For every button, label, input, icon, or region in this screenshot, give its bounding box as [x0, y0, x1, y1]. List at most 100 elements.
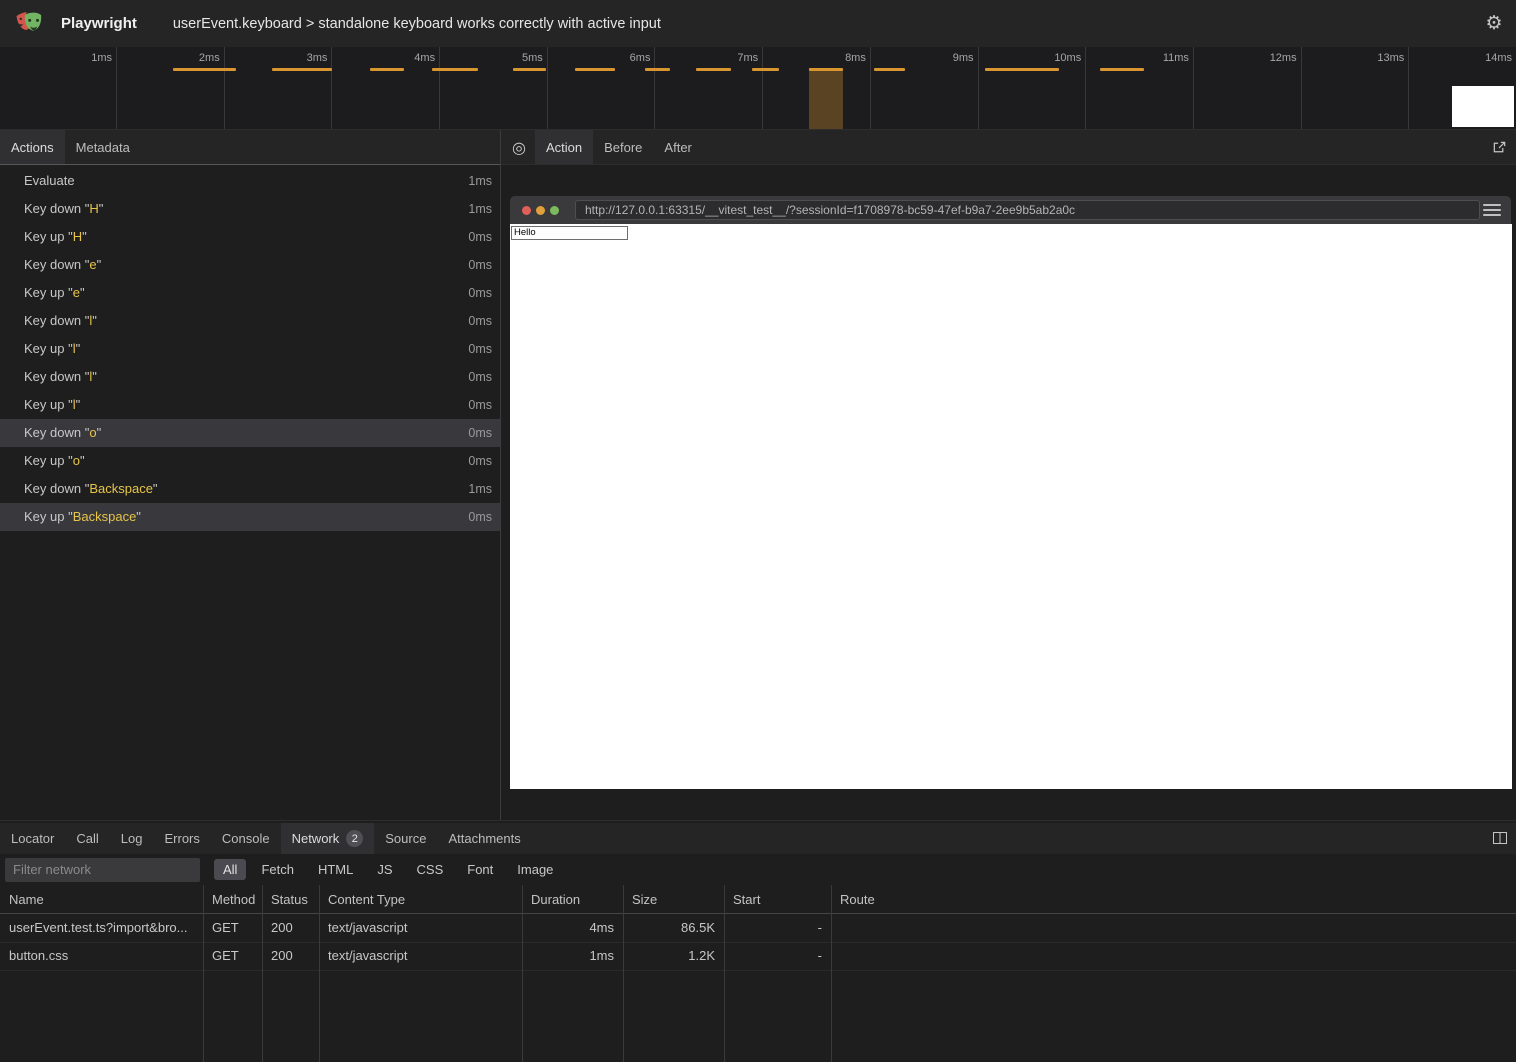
action-duration: 0ms: [468, 503, 492, 531]
timeline-gridline: [331, 47, 332, 129]
action-label: Key down "l": [24, 369, 97, 384]
network-cell: 1ms: [522, 942, 623, 970]
timeline-gridline: [978, 47, 979, 129]
action-row[interactable]: Key up "o"0ms: [0, 447, 500, 475]
timeline-gridline: [1193, 47, 1194, 129]
timeline-action-mark: [272, 68, 332, 71]
action-row[interactable]: Key up "H" 0ms: [0, 223, 500, 251]
filter-chip-js[interactable]: JS: [368, 859, 401, 880]
filter-chip-html[interactable]: HTML: [309, 859, 362, 880]
network-column-header[interactable]: Size: [623, 885, 724, 913]
network-cell: 4ms: [522, 914, 623, 942]
action-row[interactable]: Key down "e"0ms: [0, 251, 500, 279]
tab-before[interactable]: Before: [593, 130, 653, 164]
action-row[interactable]: Key down "Backspace"1ms: [0, 475, 500, 503]
tab-locator[interactable]: Locator: [0, 823, 65, 854]
timeline-action-mark: [874, 68, 905, 71]
network-column-header[interactable]: Name: [0, 885, 203, 913]
tab-action[interactable]: Action: [535, 130, 593, 164]
trace-timeline[interactable]: 1ms2ms3ms4ms5ms6ms7ms8ms9ms10ms11ms12ms1…: [0, 47, 1516, 130]
tab-label: Source: [385, 831, 426, 846]
filter-chip-font[interactable]: Font: [458, 859, 502, 880]
action-row[interactable]: Key up "l"0ms: [0, 391, 500, 419]
action-row[interactable]: Evaluate1ms: [0, 167, 500, 195]
action-row[interactable]: Key up "Backspace"0ms: [0, 503, 500, 531]
action-key-value: l: [73, 397, 76, 412]
timeline-gridline: [1408, 47, 1409, 129]
network-column-header[interactable]: Status: [262, 885, 319, 913]
action-label: Evaluate: [24, 173, 75, 188]
filmstrip-thumbnail: [1452, 86, 1514, 127]
pick-locator-target-icon[interactable]: ◎: [501, 130, 535, 164]
network-cell: GET: [203, 942, 262, 970]
action-row[interactable]: Key up "l"0ms: [0, 335, 500, 363]
action-label: Key up "o": [24, 453, 85, 468]
snapshot-tabstrip: ◎ ActionBeforeAfter: [501, 130, 1516, 165]
timeline-action-mark: [696, 68, 731, 71]
timeline-gridline: [654, 47, 655, 129]
action-duration: 0ms: [468, 223, 492, 251]
network-column-header[interactable]: Route: [831, 885, 1516, 913]
filter-chip-all[interactable]: All: [214, 859, 246, 880]
tab-label: Actions: [11, 140, 54, 155]
filter-chip-image[interactable]: Image: [508, 859, 562, 880]
network-cell: 1.2K: [623, 942, 724, 970]
timeline-selected-range: [809, 68, 843, 129]
timeline-tick-label: 13ms: [1377, 52, 1404, 64]
action-label: Key up "H": [24, 229, 87, 244]
tab-actions[interactable]: Actions: [0, 130, 65, 164]
split-columns-icon[interactable]: [1492, 830, 1508, 846]
column-separator: [319, 885, 320, 1062]
network-cell: [831, 942, 1516, 970]
column-separator: [724, 885, 725, 1062]
app-header: Playwright userEvent.keyboard > standalo…: [0, 0, 1516, 47]
column-separator: [262, 885, 263, 1062]
tab-network[interactable]: Network2: [281, 823, 375, 854]
action-key-value: Backspace: [73, 509, 137, 524]
tab-attachments[interactable]: Attachments: [437, 823, 531, 854]
timeline-action-mark: [173, 68, 236, 71]
open-external-window-icon[interactable]: [1492, 140, 1507, 155]
timeline-tick-label: 3ms: [307, 52, 328, 64]
action-label: Key down "H": [24, 201, 103, 216]
tab-metadata[interactable]: Metadata: [65, 130, 141, 164]
tab-log[interactable]: Log: [110, 823, 154, 854]
main-area: Actions Metadata Evaluate1msKey down "H"1…: [0, 130, 1516, 820]
menu-hamburger-icon: [1483, 202, 1501, 218]
tab-after[interactable]: After: [653, 130, 702, 164]
filter-chip-fetch[interactable]: Fetch: [252, 859, 303, 880]
network-column-header[interactable]: Method: [203, 885, 262, 913]
network-column-header[interactable]: Start: [724, 885, 831, 913]
network-cell: text/javascript: [319, 914, 522, 942]
network-column-header[interactable]: Duration: [522, 885, 623, 913]
network-column-header[interactable]: Content Type: [319, 885, 522, 913]
network-filter-input[interactable]: [5, 858, 200, 882]
action-row[interactable]: Key down "H"1ms: [0, 195, 500, 223]
network-cell: 200: [262, 942, 319, 970]
action-key-value: l: [89, 369, 92, 384]
tab-label: Locator: [11, 831, 54, 846]
action-row[interactable]: Key down "o"0ms: [0, 419, 500, 447]
tab-label: Console: [222, 831, 270, 846]
snapshot-text-input[interactable]: Hello: [511, 226, 628, 240]
filter-chip-css[interactable]: CSS: [408, 859, 453, 880]
action-row[interactable]: Key up "e"0ms: [0, 279, 500, 307]
timeline-gridline: [1085, 47, 1086, 129]
traffic-light-green-icon: [550, 206, 559, 215]
row-separator: [0, 970, 1516, 971]
settings-gear-icon[interactable]: ⚙: [1483, 12, 1505, 34]
timeline-gridline: [870, 47, 871, 129]
traffic-light-red-icon: [522, 206, 531, 215]
action-row[interactable]: Key down "l"0ms: [0, 307, 500, 335]
tab-source[interactable]: Source: [374, 823, 437, 854]
network-request-row[interactable]: userEvent.test.ts?import&bro...GET200tex…: [0, 914, 1516, 942]
action-duration: 0ms: [468, 363, 492, 391]
tab-errors[interactable]: Errors: [153, 823, 210, 854]
network-request-row[interactable]: button.cssGET200text/javascript1ms1.2K-: [0, 942, 1516, 970]
timeline-gridline: [224, 47, 225, 129]
action-row[interactable]: Key down "l" 0ms: [0, 363, 500, 391]
column-separator: [623, 885, 624, 1062]
network-table-header: NameMethodStatusContent TypeDurationSize…: [0, 885, 1516, 914]
tab-call[interactable]: Call: [65, 823, 109, 854]
tab-console[interactable]: Console: [211, 823, 281, 854]
